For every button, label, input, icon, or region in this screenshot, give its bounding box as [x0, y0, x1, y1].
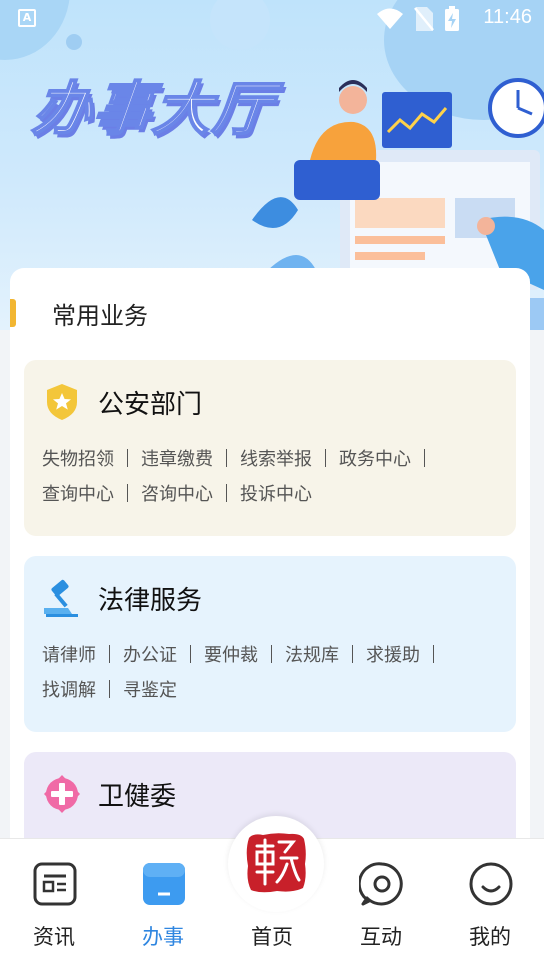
divider — [109, 680, 110, 698]
nav-label: 首页 — [251, 925, 293, 949]
link-legal-aid[interactable]: 求援助 — [366, 638, 420, 673]
gavel-icon — [44, 579, 78, 617]
divider — [127, 484, 128, 502]
link-notarization[interactable]: 办公证 — [123, 638, 177, 673]
banner-decor — [66, 34, 82, 50]
banner-title: 办事大厅 — [29, 74, 278, 144]
card-title: 卫健委 — [98, 782, 177, 812]
battery-charging-icon — [445, 6, 459, 31]
section-accent-bar — [10, 299, 16, 327]
interaction-icon — [359, 862, 403, 906]
divider — [325, 449, 326, 467]
divider — [352, 645, 353, 663]
no-sim-icon — [414, 7, 434, 31]
divider — [433, 645, 434, 663]
link-consult-center[interactable]: 咨询中心 — [141, 477, 213, 512]
nav-label: 办事 — [142, 925, 184, 949]
nav-label: 资讯 — [33, 925, 75, 949]
medical-cross-icon — [44, 775, 80, 813]
link-violation-payment[interactable]: 违章缴费 — [141, 442, 213, 477]
divider — [226, 449, 227, 467]
link-hire-lawyer[interactable]: 请律师 — [42, 638, 96, 673]
divider — [271, 645, 272, 663]
card-links: 请律师 办公证 要仲裁 法规库 求援助 找调解 寻鉴定 — [42, 638, 502, 708]
divider — [190, 645, 191, 663]
card-police[interactable]: 公安部门 失物招领 违章缴费 线索举报 政务中心 查询中心 咨询中心 投诉中心 — [24, 360, 516, 536]
services-panel: 常用业务 公安部门 失物招领 违章缴费 线索举报 政务中心 查询中心 咨询中心 投诉中心 … — [10, 268, 530, 838]
clock-time: 11:46 — [483, 6, 532, 28]
home-seal-icon — [246, 833, 306, 893]
profile-icon — [469, 862, 513, 906]
link-arbitration[interactable]: 要仲裁 — [204, 638, 258, 673]
link-gov-center[interactable]: 政务中心 — [339, 442, 411, 477]
card-links: 失物招领 违章缴费 线索举报 政务中心 查询中心 咨询中心 投诉中心 — [42, 442, 502, 512]
link-tip-report[interactable]: 线索举报 — [240, 442, 312, 477]
link-inquiry-center[interactable]: 查询中心 — [42, 477, 114, 512]
services-icon — [143, 863, 185, 905]
link-law-library[interactable]: 法规库 — [285, 638, 339, 673]
accessibility-a-icon: A — [18, 9, 36, 27]
link-complaint-center[interactable]: 投诉中心 — [240, 477, 312, 512]
link-lost-found[interactable]: 失物招领 — [42, 442, 114, 477]
section-header: 常用业务 — [10, 298, 148, 330]
link-mediation[interactable]: 找调解 — [42, 673, 96, 708]
link-appraisal[interactable]: 寻鉴定 — [123, 673, 177, 708]
divider — [424, 449, 425, 467]
divider — [109, 645, 110, 663]
card-title: 公安部门 — [98, 390, 203, 420]
card-title: 法律服务 — [98, 586, 203, 616]
police-badge-icon — [47, 384, 77, 420]
status-bar: A 11:46 — [0, 0, 544, 36]
nav-label: 互动 — [360, 925, 402, 949]
card-legal-services[interactable]: 法律服务 请律师 办公证 要仲裁 法规库 求援助 找调解 寻鉴定 — [24, 556, 516, 732]
home-button[interactable] — [228, 816, 324, 912]
divider — [226, 484, 227, 502]
wifi-icon — [377, 8, 403, 29]
section-title: 常用业务 — [52, 301, 148, 330]
news-icon — [33, 862, 77, 906]
nav-label: 我的 — [469, 925, 511, 949]
divider — [127, 449, 128, 467]
